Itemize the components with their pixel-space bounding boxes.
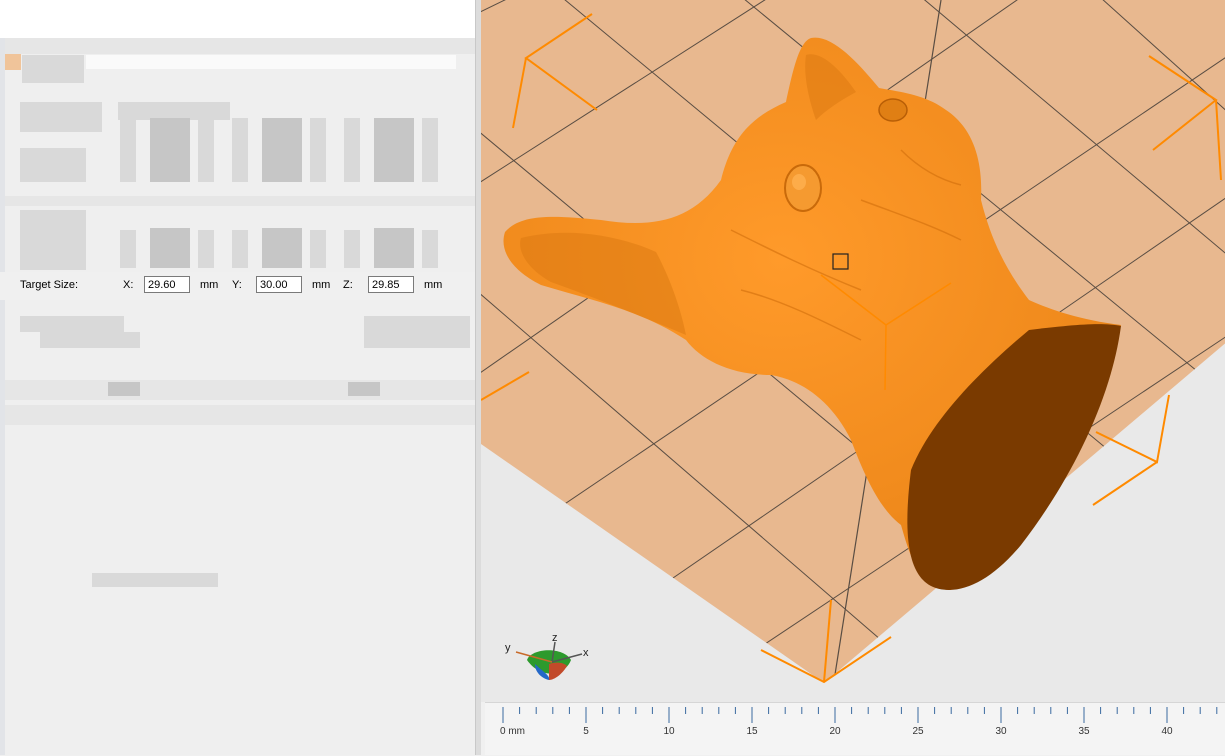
x-unit: mm: [200, 279, 219, 291]
obscured-option: [20, 316, 124, 332]
ruler-tick-label: 15: [746, 726, 758, 737]
obscured-button[interactable]: [348, 382, 380, 396]
obscured-cell: [120, 118, 136, 182]
ruler-tick-label: 25: [912, 726, 924, 737]
obscured-cell: [374, 228, 414, 268]
ruler-tick-label: 20: [829, 726, 841, 737]
obscured-row-label: [20, 102, 102, 132]
3d-viewport[interactable]: z x y: [481, 0, 1225, 702]
axis-label-y: y: [505, 642, 511, 654]
obscured-cell: [232, 230, 248, 268]
obscured-cell: [150, 228, 190, 268]
obscured-button[interactable]: [108, 382, 140, 396]
ruler-tick-label: 10: [663, 726, 675, 737]
ruler-tick-label: 5: [583, 726, 589, 737]
x-label: X:: [123, 279, 134, 291]
obscured-input[interactable]: [86, 55, 456, 69]
ruler-tick-label: 40: [1161, 726, 1173, 737]
obscured-cell: [262, 228, 302, 268]
y-unit: mm: [312, 279, 331, 291]
target-size-y-input[interactable]: [256, 276, 302, 293]
obscured-toolbar: [5, 380, 475, 400]
target-size-label: Target Size:: [20, 279, 79, 291]
ruler-tick-label: 30: [995, 726, 1007, 737]
obscured-row-label: [20, 210, 86, 270]
measurement-ruler: 0 mm 5 10 15 20 25 30 35 40: [485, 702, 1225, 755]
obscured-cell: [262, 118, 302, 182]
axis-label-x: x: [583, 647, 589, 659]
target-size-x-input[interactable]: [144, 276, 190, 293]
obscured-section: [5, 196, 475, 206]
obscured-option: [40, 332, 140, 348]
target-size-row: Target Size: X: mm Y: mm Z: mm: [0, 272, 475, 300]
ruler-tick-label: 35: [1078, 726, 1090, 737]
obscured-cell: [310, 118, 326, 182]
obscured-cell: [374, 118, 414, 182]
obscured-cell: [232, 118, 248, 182]
obscured-cell: [422, 118, 438, 182]
y-label: Y:: [232, 279, 242, 291]
settings-panel: Target Size: X: mm Y: mm Z: mm: [0, 0, 481, 755]
ruler-tick-label: 0 mm: [500, 726, 525, 737]
obscured-cell: [198, 230, 214, 268]
obscured-cell: [150, 118, 190, 182]
obscured-icon: [5, 54, 21, 70]
z-unit: mm: [424, 279, 443, 291]
obscured-status-text: [92, 573, 218, 587]
z-label: Z:: [343, 279, 353, 291]
obscured-label: [22, 55, 84, 83]
obscured-cell: [344, 118, 360, 182]
obscured-cell: [120, 230, 136, 268]
obscured-cell: [422, 230, 438, 268]
obscured-cell: [198, 118, 214, 182]
axis-label-z: z: [552, 632, 558, 644]
obscured-row-label: [20, 148, 86, 182]
target-size-z-input[interactable]: [368, 276, 414, 293]
panel-title-bar: [0, 0, 475, 38]
obscured-cell: [344, 230, 360, 268]
obscured-option: [364, 316, 470, 348]
obscured-header: [5, 38, 475, 54]
obscured-cell: [310, 230, 326, 268]
obscured-separator: [5, 405, 475, 425]
